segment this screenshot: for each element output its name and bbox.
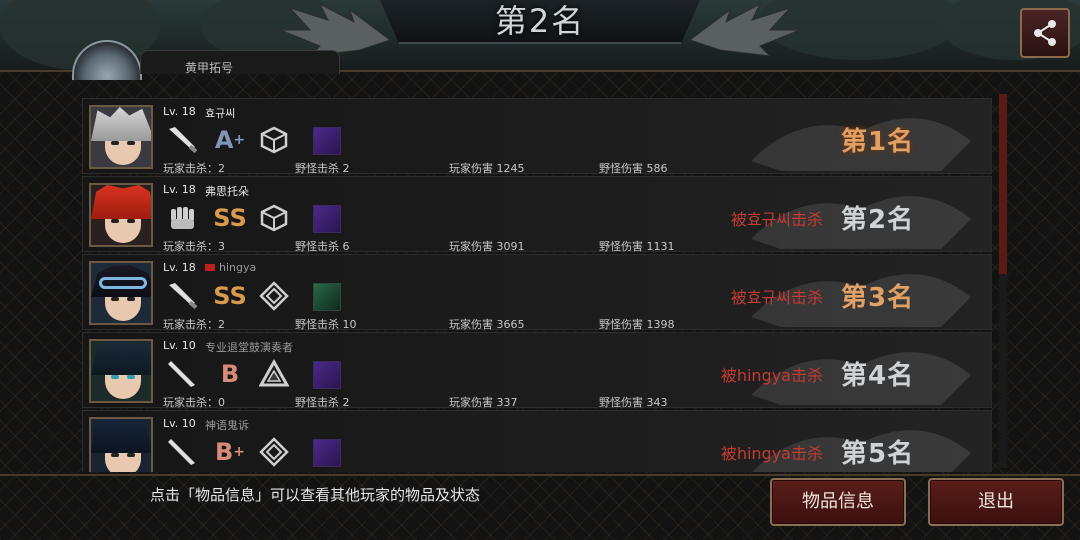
knife-icon[interactable] [165, 281, 199, 311]
killed-by-text: 被hingya击杀 [720, 444, 823, 463]
exit-button[interactable]: 退出 [928, 478, 1064, 526]
grade-label: A + [214, 126, 246, 154]
bottom-frame-line [0, 474, 1080, 476]
purple-skill-icon[interactable] [313, 439, 341, 467]
rank-label: 第4名 [841, 361, 915, 391]
diamond-shield-icon[interactable] [257, 437, 291, 467]
player-kills: 玩家击杀：0 [163, 396, 225, 409]
player-damage: 玩家伤害 3665 [449, 318, 525, 331]
purple-skill-icon[interactable] [313, 361, 341, 389]
player-name: 효규씨 [205, 107, 236, 120]
rank-label: 第1名 [841, 127, 915, 157]
monster-damage: 野怪伤害 586 [599, 162, 668, 175]
avatar[interactable] [89, 183, 153, 247]
rank-label: 第5名 [841, 439, 915, 469]
player-level: Lv. 10 [163, 339, 196, 352]
purple-skill-icon[interactable] [313, 127, 341, 155]
player-level: Lv. 10 [163, 417, 196, 430]
monster-damage: 野怪伤害 1131 [599, 240, 675, 253]
player-row[interactable]: Lv. 10 神语鬼诉 B + 被hingya击杀 第5名 [82, 410, 992, 472]
scrollbar-thumb[interactable] [999, 94, 1007, 274]
player-damage: 玩家伤害 1245 [449, 162, 525, 175]
rank-label: 第3名 [841, 283, 915, 313]
monster-kills: 野怪击杀 6 [295, 240, 350, 253]
killed-by-text: 被효규씨击杀 [730, 210, 823, 229]
player-level: Lv. 18 [163, 183, 196, 196]
player-level: Lv. 18 [163, 105, 196, 118]
triangle-shield-icon[interactable] [257, 359, 291, 389]
avatar[interactable] [89, 261, 153, 325]
monster-kills: 野怪击杀 2 [295, 162, 350, 175]
avatar[interactable] [89, 339, 153, 403]
ranking-list[interactable]: Lv. 18 효규씨 A + 玩家击杀：2 野怪击杀 2 玩家伤害 1245 野怪… [82, 92, 1002, 472]
share-icon [1034, 20, 1056, 46]
player-row[interactable]: Lv. 18 hingya SS 玩家击杀：2 野怪击杀 10 玩家伤害 366… [82, 254, 992, 331]
player-name: 弗思托朵 [205, 185, 249, 198]
green-skill-icon[interactable] [313, 283, 341, 311]
player-kills: 玩家击杀：2 [163, 318, 225, 331]
player-damage: 玩家伤害 337 [449, 396, 518, 409]
player-kills: 玩家击杀：3 [163, 240, 225, 253]
right-wing-ornament [690, 2, 800, 57]
grade-label: SS [213, 282, 247, 310]
player-header-plate: 黄甲拓号 [140, 50, 340, 75]
grade-label: B + [214, 438, 246, 466]
avatar[interactable] [89, 105, 153, 169]
page-title: 第2名 [494, 2, 586, 40]
killed-by-text: 被효규씨击杀 [730, 288, 823, 307]
bat-icon[interactable] [165, 359, 199, 389]
bat-icon[interactable] [165, 437, 199, 467]
monster-kills: 野怪击杀 2 [295, 396, 350, 409]
item-info-button[interactable]: 物品信息 [770, 478, 906, 526]
avatar[interactable] [89, 417, 153, 472]
cube-shield-icon[interactable] [257, 125, 291, 155]
share-button[interactable] [1020, 8, 1070, 58]
monster-damage: 野怪伤害 1398 [599, 318, 675, 331]
player-name: 神语鬼诉 [205, 419, 249, 432]
grade-label: SS [213, 204, 247, 232]
player-row[interactable]: Lv. 18 弗思托朵 SS 玩家击杀：3 野怪击杀 6 玩家伤害 3091 野… [82, 176, 992, 253]
player-name: 专业退堂鼓演奏者 [205, 341, 293, 354]
monster-kills: 野怪击杀 10 [295, 318, 357, 331]
player-header-label: 黄甲拓号 [185, 61, 234, 75]
knife-icon[interactable] [165, 125, 199, 155]
player-damage: 玩家伤害 3091 [449, 240, 525, 253]
player-row[interactable]: Lv. 18 효규씨 A + 玩家击杀：2 野怪击杀 2 玩家伤害 1245 野怪… [82, 98, 992, 175]
fist-icon[interactable] [165, 203, 199, 233]
monster-damage: 野怪伤害 343 [599, 396, 668, 409]
player-name: hingya [219, 261, 257, 274]
flag-icon [205, 264, 215, 271]
grade-label: B [220, 360, 240, 388]
cube-shield-icon[interactable] [257, 203, 291, 233]
hint-text: 点击「物品信息」可以查看其他玩家的物品及状态 [150, 486, 481, 504]
player-kills: 玩家击杀：2 [163, 162, 225, 175]
player-row[interactable]: Lv. 10 专业退堂鼓演奏者 B 玩家击杀：0 野怪击杀 2 玩家伤害 337… [82, 332, 992, 409]
diamond-shield-icon[interactable] [257, 281, 291, 311]
killed-by-text: 被hingya击杀 [720, 366, 823, 385]
purple-skill-icon[interactable] [313, 205, 341, 233]
player-level: Lv. 18 [163, 261, 196, 274]
rank-label: 第2名 [841, 205, 915, 235]
